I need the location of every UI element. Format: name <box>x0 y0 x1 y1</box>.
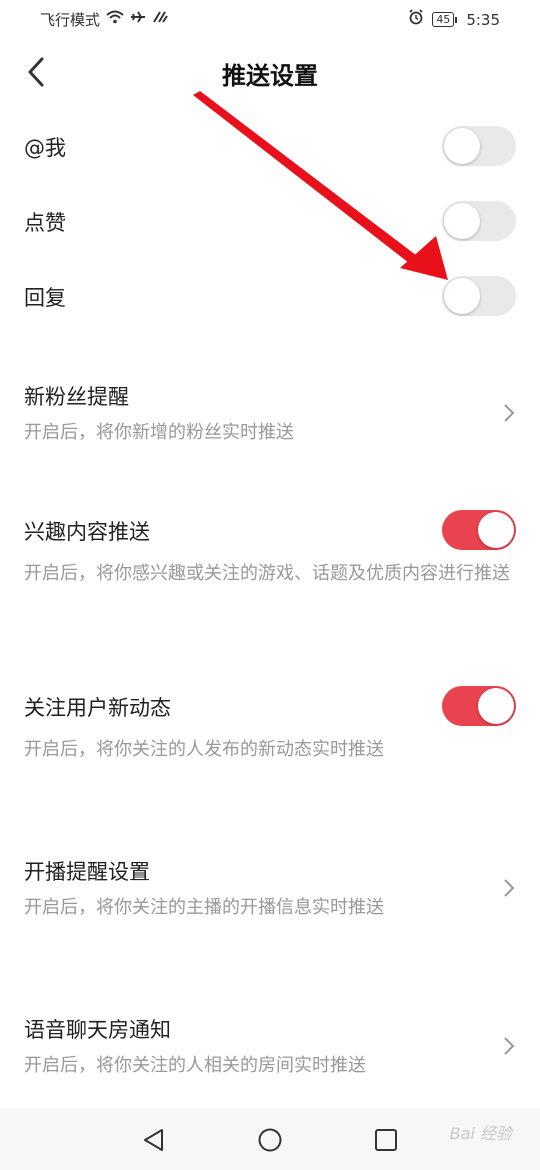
status-right: 45 5:35 <box>408 9 500 30</box>
setting-row-like: 点赞 <box>0 197 540 247</box>
alarm-icon <box>408 9 424 30</box>
setting-label: 开播提醒设置 <box>24 860 150 884</box>
setting-row-voice-room[interactable]: 语音聊天房通知 开启后，将你关注的人相关的房间实时推送 <box>0 1008 540 1098</box>
toggle-knob <box>444 128 480 164</box>
page-title: 推送设置 <box>222 62 318 90</box>
setting-desc: 开启后，将你新增的粉丝实时推送 <box>24 422 294 443</box>
followed-updates-toggle[interactable] <box>442 686 516 726</box>
setting-label: 新粉丝提醒 <box>24 385 129 409</box>
battery-icon: 45 <box>432 12 458 27</box>
setting-desc: 开启后，将你关注的主播的开播信息实时推送 <box>24 897 384 918</box>
setting-row-mention: @我 <box>0 122 540 172</box>
chevron-right-icon[interactable] <box>502 1036 516 1056</box>
airplane-icon <box>130 10 146 29</box>
setting-row-new-followers[interactable]: 新粉丝提醒 开启后，将你新增的粉丝实时推送 <box>0 375 540 465</box>
setting-desc: 开启后，将你感兴趣或关注的游戏、话题及优质内容进行推送 <box>24 563 510 584</box>
toggle-knob <box>478 512 514 548</box>
setting-row-live-reminder[interactable]: 开播提醒设置 开启后，将你关注的主播的开播信息实时推送 <box>0 850 540 940</box>
setting-label: 点赞 <box>24 211 66 235</box>
interest-push-toggle[interactable] <box>442 510 516 550</box>
setting-row-followed-updates: 关注用户新动态 开启后，将你关注的人发布的新动态实时推送 <box>0 684 540 774</box>
airplane-mode-text: 飞行模式 <box>40 11 101 29</box>
chevron-right-icon[interactable] <box>502 878 516 898</box>
watermark: Bai 经验 <box>449 1124 512 1143</box>
setting-label: 关注用户新动态 <box>24 696 171 720</box>
like-toggle[interactable] <box>442 201 516 241</box>
setting-label: 兴趣内容推送 <box>24 520 150 544</box>
setting-row-interest-push: 兴趣内容推送 开启后，将你感兴趣或关注的游戏、话题及优质内容进行推送 <box>0 508 540 628</box>
header: 推送设置 <box>0 38 540 108</box>
setting-label: 回复 <box>24 286 66 310</box>
recents-square-icon[interactable] <box>372 1126 400 1154</box>
status-bar: 飞行模式 45 5:35 <box>0 0 540 38</box>
hotspot-icon <box>152 10 168 29</box>
toggle-knob <box>444 203 480 239</box>
wifi-icon <box>106 10 124 29</box>
status-left: 飞行模式 <box>40 9 168 30</box>
setting-desc: 开启后，将你关注的人相关的房间实时推送 <box>24 1055 366 1076</box>
setting-label: @我 <box>24 136 66 160</box>
mention-toggle[interactable] <box>442 126 516 166</box>
chevron-right-icon[interactable] <box>502 403 516 423</box>
home-circle-icon[interactable] <box>256 1126 284 1154</box>
clock-time: 5:35 <box>466 10 500 29</box>
setting-desc: 开启后，将你关注的人发布的新动态实时推送 <box>24 739 384 760</box>
toggle-knob <box>478 688 514 724</box>
reply-toggle[interactable] <box>442 276 516 316</box>
setting-label: 语音聊天房通知 <box>24 1018 171 1042</box>
back-triangle-icon[interactable] <box>140 1126 168 1154</box>
toggle-knob <box>444 278 480 314</box>
setting-row-reply: 回复 <box>0 272 540 322</box>
